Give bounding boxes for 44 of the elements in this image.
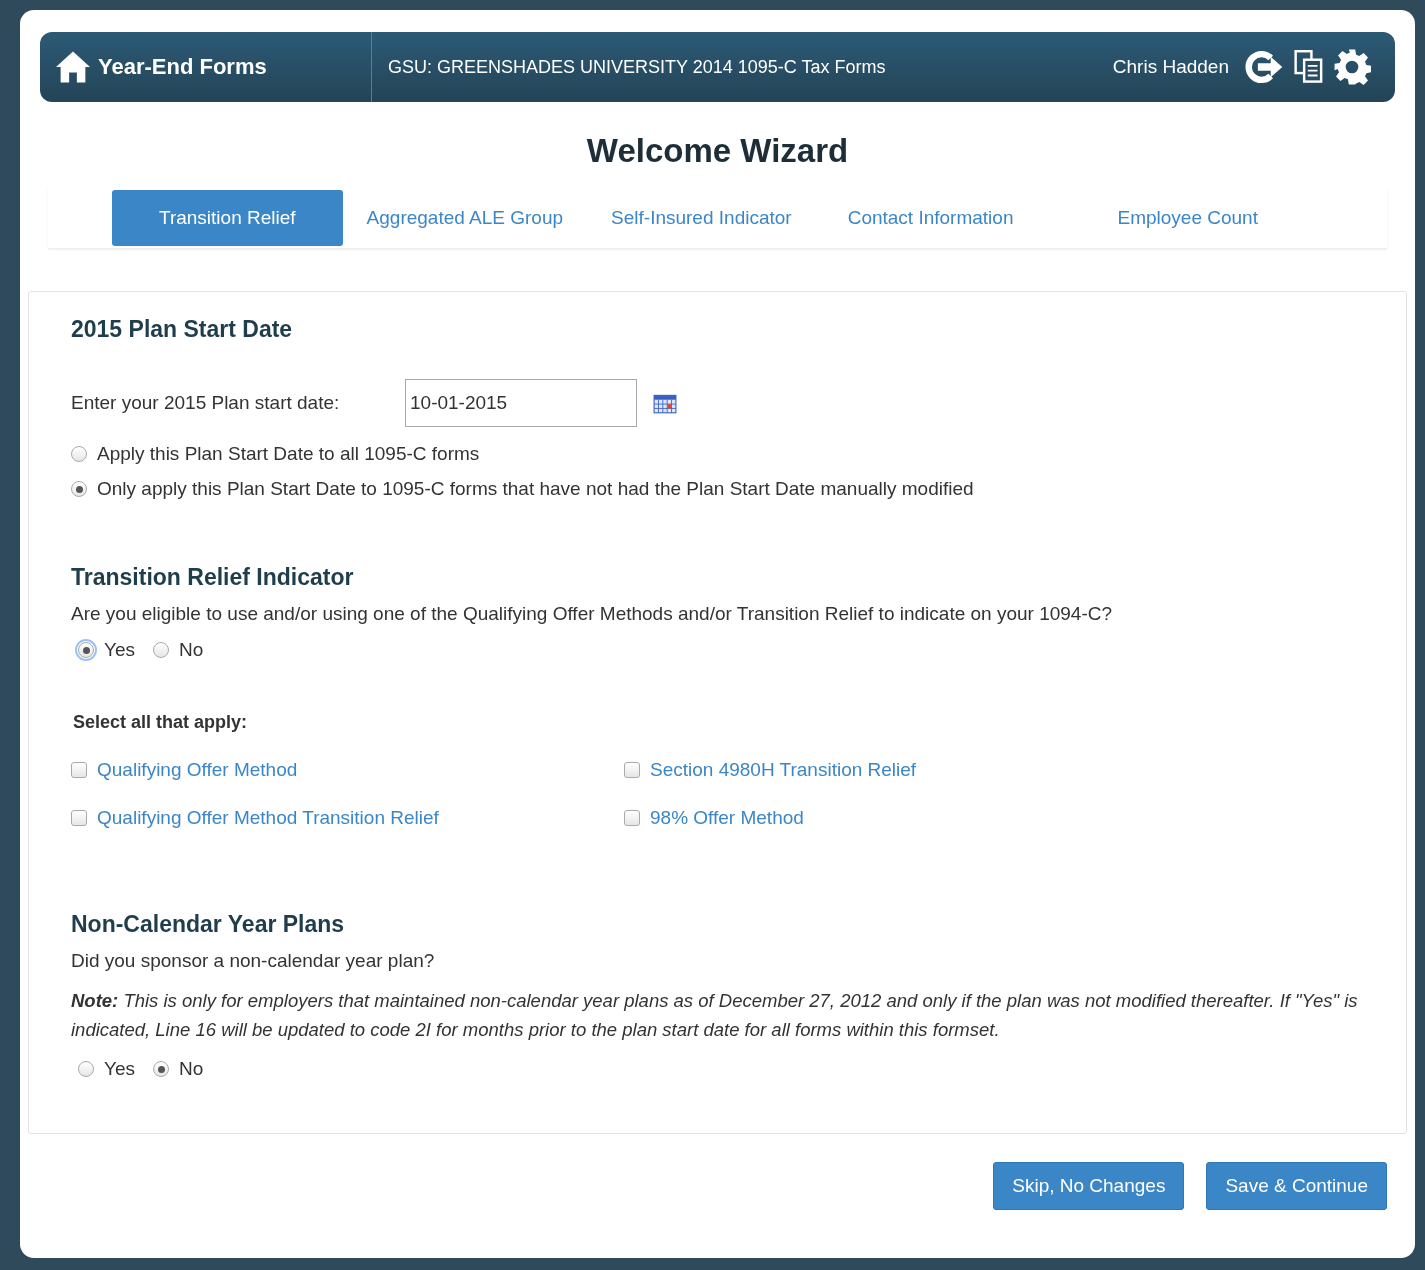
note-text: Note: This is only for employers that maintained non-calendar year plans as of December 27, 2012 and only if the plan was not modified thereafter. If "Yes" is indicated, Line 16 will be updated to code 2I for months prior to the plan start date for all forms within this formset. [71, 989, 1359, 1042]
documents-icon[interactable] [1293, 50, 1325, 84]
radio-option[interactable]: Apply this Plan Start Date to all 1095-C forms [71, 443, 1364, 465]
wizard-title: Welcome Wizard [585, 132, 850, 170]
wizard-tab[interactable]: Contact Information [823, 190, 1038, 246]
form-set-title: GSU: GREENSHADES UNIVERSITY 2014 1095-C Tax Forms [387, 56, 887, 78]
user-name: Chris Hadden [1112, 56, 1229, 78]
radio-button[interactable] [78, 642, 94, 658]
action-button[interactable]: Skip, No Changes [993, 1162, 1185, 1210]
calendar-icon[interactable] [653, 392, 677, 414]
checkbox-option[interactable]: Section 4980H Transition Relief [624, 759, 1364, 781]
radio-button[interactable] [71, 481, 87, 497]
radio-button[interactable] [71, 446, 87, 462]
wizard-tab[interactable]: Aggregated ALE Group [342, 190, 588, 246]
radio-option[interactable]: No [153, 1058, 204, 1080]
date-field[interactable]: 10-01-2015 [405, 379, 637, 427]
radio-option[interactable]: Yes [78, 639, 135, 661]
action-button[interactable]: Save & Continue [1206, 1162, 1387, 1210]
radio-button[interactable] [153, 642, 169, 658]
checkbox[interactable] [624, 762, 640, 778]
radio-option[interactable]: Yes [78, 1058, 135, 1080]
checkbox[interactable] [624, 810, 640, 826]
settings-icon[interactable] [1333, 48, 1371, 86]
home-icon[interactable] [54, 50, 92, 84]
question-text: Are you eligible to use and/or using one of the Qualifying Offer Methods and/or Transition Relief to indicate on your 1094-C? [71, 603, 1114, 625]
section-heading: Transition Relief Indicator [71, 564, 355, 591]
wizard-tab[interactable]: Employee Count [1093, 190, 1282, 246]
checkbox-option[interactable]: Qualifying Offer Method Transition Relief [71, 807, 624, 829]
checkbox-option[interactable]: 98% Offer Method [624, 807, 1364, 829]
checkbox[interactable] [71, 810, 87, 826]
select-label: Select all that apply: [73, 712, 249, 733]
wizard-tab[interactable]: Self-Insured Indicator [587, 190, 816, 246]
section-heading: 2015 Plan Start Date [71, 316, 294, 343]
field-label: Enter your 2015 Plan start date: [71, 392, 341, 414]
radio-option[interactable]: No [153, 639, 204, 661]
radio-button[interactable] [153, 1061, 169, 1077]
radio-option[interactable]: Only apply this Plan Start Date to 1095-C forms that have not had the Plan Start Date manually modified [71, 478, 1364, 500]
question-text: Did you sponsor a non-calendar year plan? [71, 950, 436, 972]
radio-button[interactable] [78, 1061, 94, 1077]
app-title[interactable]: Year-End Forms [98, 54, 267, 80]
checkbox[interactable] [71, 762, 87, 778]
checkbox-option[interactable]: Qualifying Offer Method [71, 759, 624, 781]
wizard-tab[interactable]: Transition Relief [112, 190, 343, 246]
section-heading: Non-Calendar Year Plans [71, 911, 346, 938]
